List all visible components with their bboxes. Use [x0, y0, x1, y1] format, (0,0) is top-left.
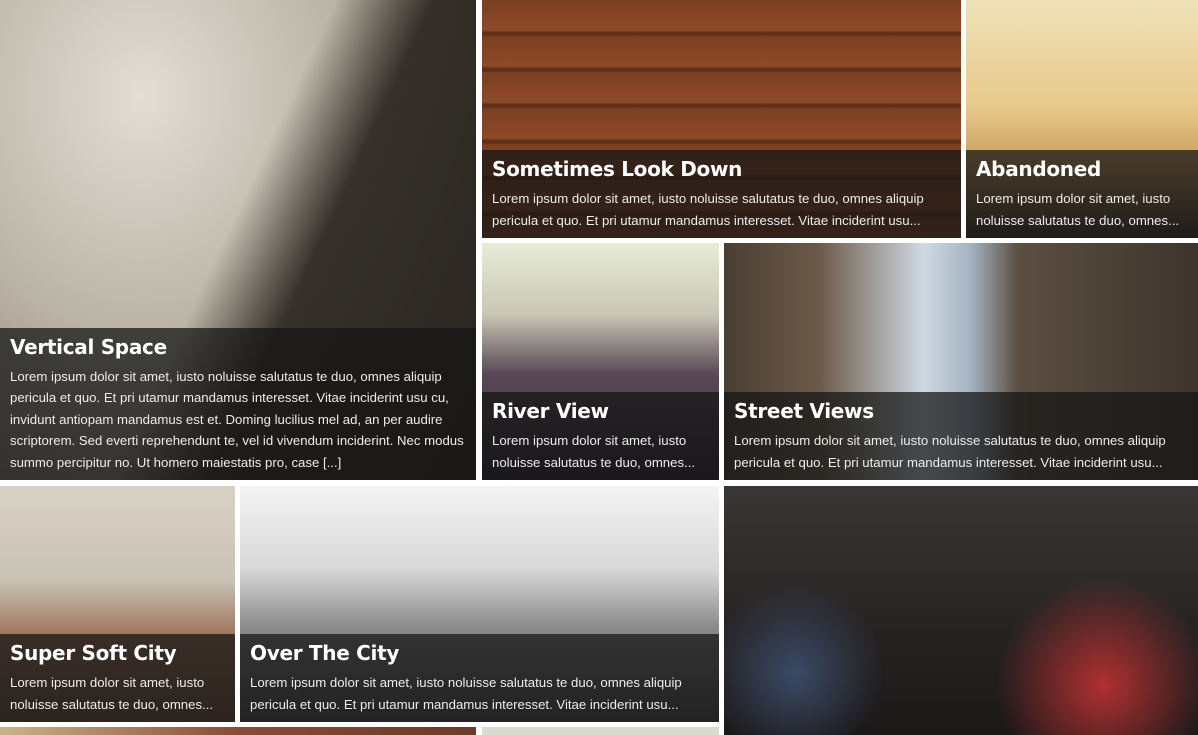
post-caption: Super Soft City Lorem ipsum dolor sit am…	[0, 634, 235, 722]
post-tile-partial[interactable]	[482, 727, 719, 735]
post-title[interactable]: Over The City	[250, 640, 711, 666]
post-title[interactable]: River View	[492, 398, 711, 424]
post-caption: Street Views Lorem ipsum dolor sit amet,…	[724, 392, 1198, 480]
post-excerpt: Lorem ipsum dolor sit amet, iusto noluis…	[492, 191, 924, 228]
post-image	[0, 727, 476, 735]
post-caption: Vertical Space Lorem ipsum dolor sit ame…	[0, 327, 476, 480]
post-title[interactable]: Super Soft City	[10, 640, 227, 666]
post-tile-river-view[interactable]: River View Lorem ipsum dolor sit amet, i…	[482, 243, 719, 480]
post-caption: Sometimes Look Down Lorem ipsum dolor si…	[482, 150, 961, 238]
post-caption: Abandoned Lorem ipsum dolor sit amet, iu…	[966, 150, 1198, 238]
post-title[interactable]: Abandoned	[976, 156, 1190, 182]
post-tile-super-soft-city[interactable]: Super Soft City Lorem ipsum dolor sit am…	[0, 486, 235, 722]
post-tile-abandoned[interactable]: Abandoned Lorem ipsum dolor sit amet, iu…	[966, 0, 1198, 238]
post-excerpt: Lorem ipsum dolor sit amet, iusto noluis…	[734, 433, 1166, 470]
post-excerpt: Lorem ipsum dolor sit amet, iusto noluis…	[10, 675, 214, 712]
post-excerpt: Lorem ipsum dolor sit amet, iusto noluis…	[10, 368, 464, 470]
post-excerpt: Lorem ipsum dolor sit amet, iusto noluis…	[250, 675, 682, 712]
post-tile-vertical-space[interactable]: Vertical Space Lorem ipsum dolor sit ame…	[0, 0, 476, 480]
post-title[interactable]: Sometimes Look Down	[492, 156, 953, 182]
post-title[interactable]: Vertical Space	[10, 334, 468, 360]
post-tile-sometimes-look-down[interactable]: Sometimes Look Down Lorem ipsum dolor si…	[482, 0, 961, 238]
post-caption: Over The City Lorem ipsum dolor sit amet…	[240, 634, 719, 722]
post-excerpt: Lorem ipsum dolor sit amet, iusto noluis…	[492, 433, 696, 470]
post-tile-night-city[interactable]	[724, 486, 1198, 735]
post-image	[482, 727, 719, 735]
post-image	[724, 486, 1198, 735]
post-excerpt: Lorem ipsum dolor sit amet, iusto noluis…	[976, 191, 1180, 228]
post-tile-street-views[interactable]: Street Views Lorem ipsum dolor sit amet,…	[724, 243, 1198, 480]
post-tile-partial[interactable]	[0, 727, 476, 735]
post-tile-over-the-city[interactable]: Over The City Lorem ipsum dolor sit amet…	[240, 486, 719, 722]
post-title[interactable]: Street Views	[734, 398, 1190, 424]
post-caption: River View Lorem ipsum dolor sit amet, i…	[482, 392, 719, 480]
